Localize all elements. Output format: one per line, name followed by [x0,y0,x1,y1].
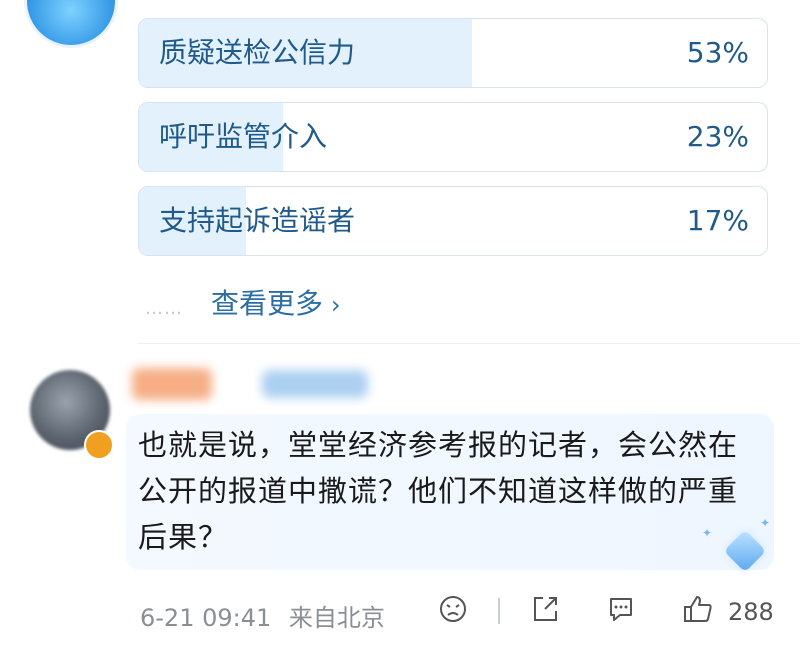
poll-option-label: 质疑送检公信力 [159,36,356,69]
like-count: 288 [728,598,774,626]
view-more-link[interactable]: 查看更多 › [211,282,341,322]
poll-option-label: 支持起诉造谣者 [159,204,356,237]
poll-option-label: 呼吁监管介入 [159,120,328,153]
poll-option-3[interactable]: 支持起诉造谣者 17% [138,186,768,256]
share-button[interactable] [530,594,560,624]
frown-face-icon [440,596,466,622]
timestamp: 6-21 09:41 [140,604,272,632]
sparkle-icon: ✦ [759,516,770,530]
comment-icon [610,598,632,621]
poll-option-percent: 23% [686,120,749,153]
reply-button[interactable] [606,594,636,624]
poll-option-1[interactable]: 质疑送检公信力 53% [138,18,768,88]
thumbs-up-icon [684,596,712,622]
ellipsis-dots: …… [145,298,183,319]
poll-option-percent: 53% [686,36,749,69]
chevron-right-icon: › [331,291,341,319]
comment-bubble[interactable]: 也就是说，堂堂经济参考报的记者，会公然在公开的报道中撒谎？他们不知道这样做的严重… [126,414,774,573]
username-blurred[interactable] [132,368,212,400]
user-tag-blurred [262,370,368,398]
location: 来自北京 [288,604,385,632]
poll-author-avatar[interactable] [24,0,118,48]
like-button[interactable] [682,594,714,624]
poll-option-2[interactable]: 呼吁监管介入 23% [138,102,768,172]
view-more-label: 查看更多 [211,287,324,320]
comment-meta: 6-21 09:41 来自北京 [140,598,385,633]
sparkle-icon: ✦ [701,526,712,540]
verified-badge-icon [84,430,114,460]
divider [138,343,800,344]
dislike-button[interactable] [438,594,468,624]
poll-option-percent: 17% [686,204,749,237]
share-icon [534,597,557,621]
divider [498,598,500,624]
comment-text: 也就是说，堂堂经济参考报的记者，会公然在公开的报道中撒谎？他们不知道这样做的严重… [138,428,739,554]
